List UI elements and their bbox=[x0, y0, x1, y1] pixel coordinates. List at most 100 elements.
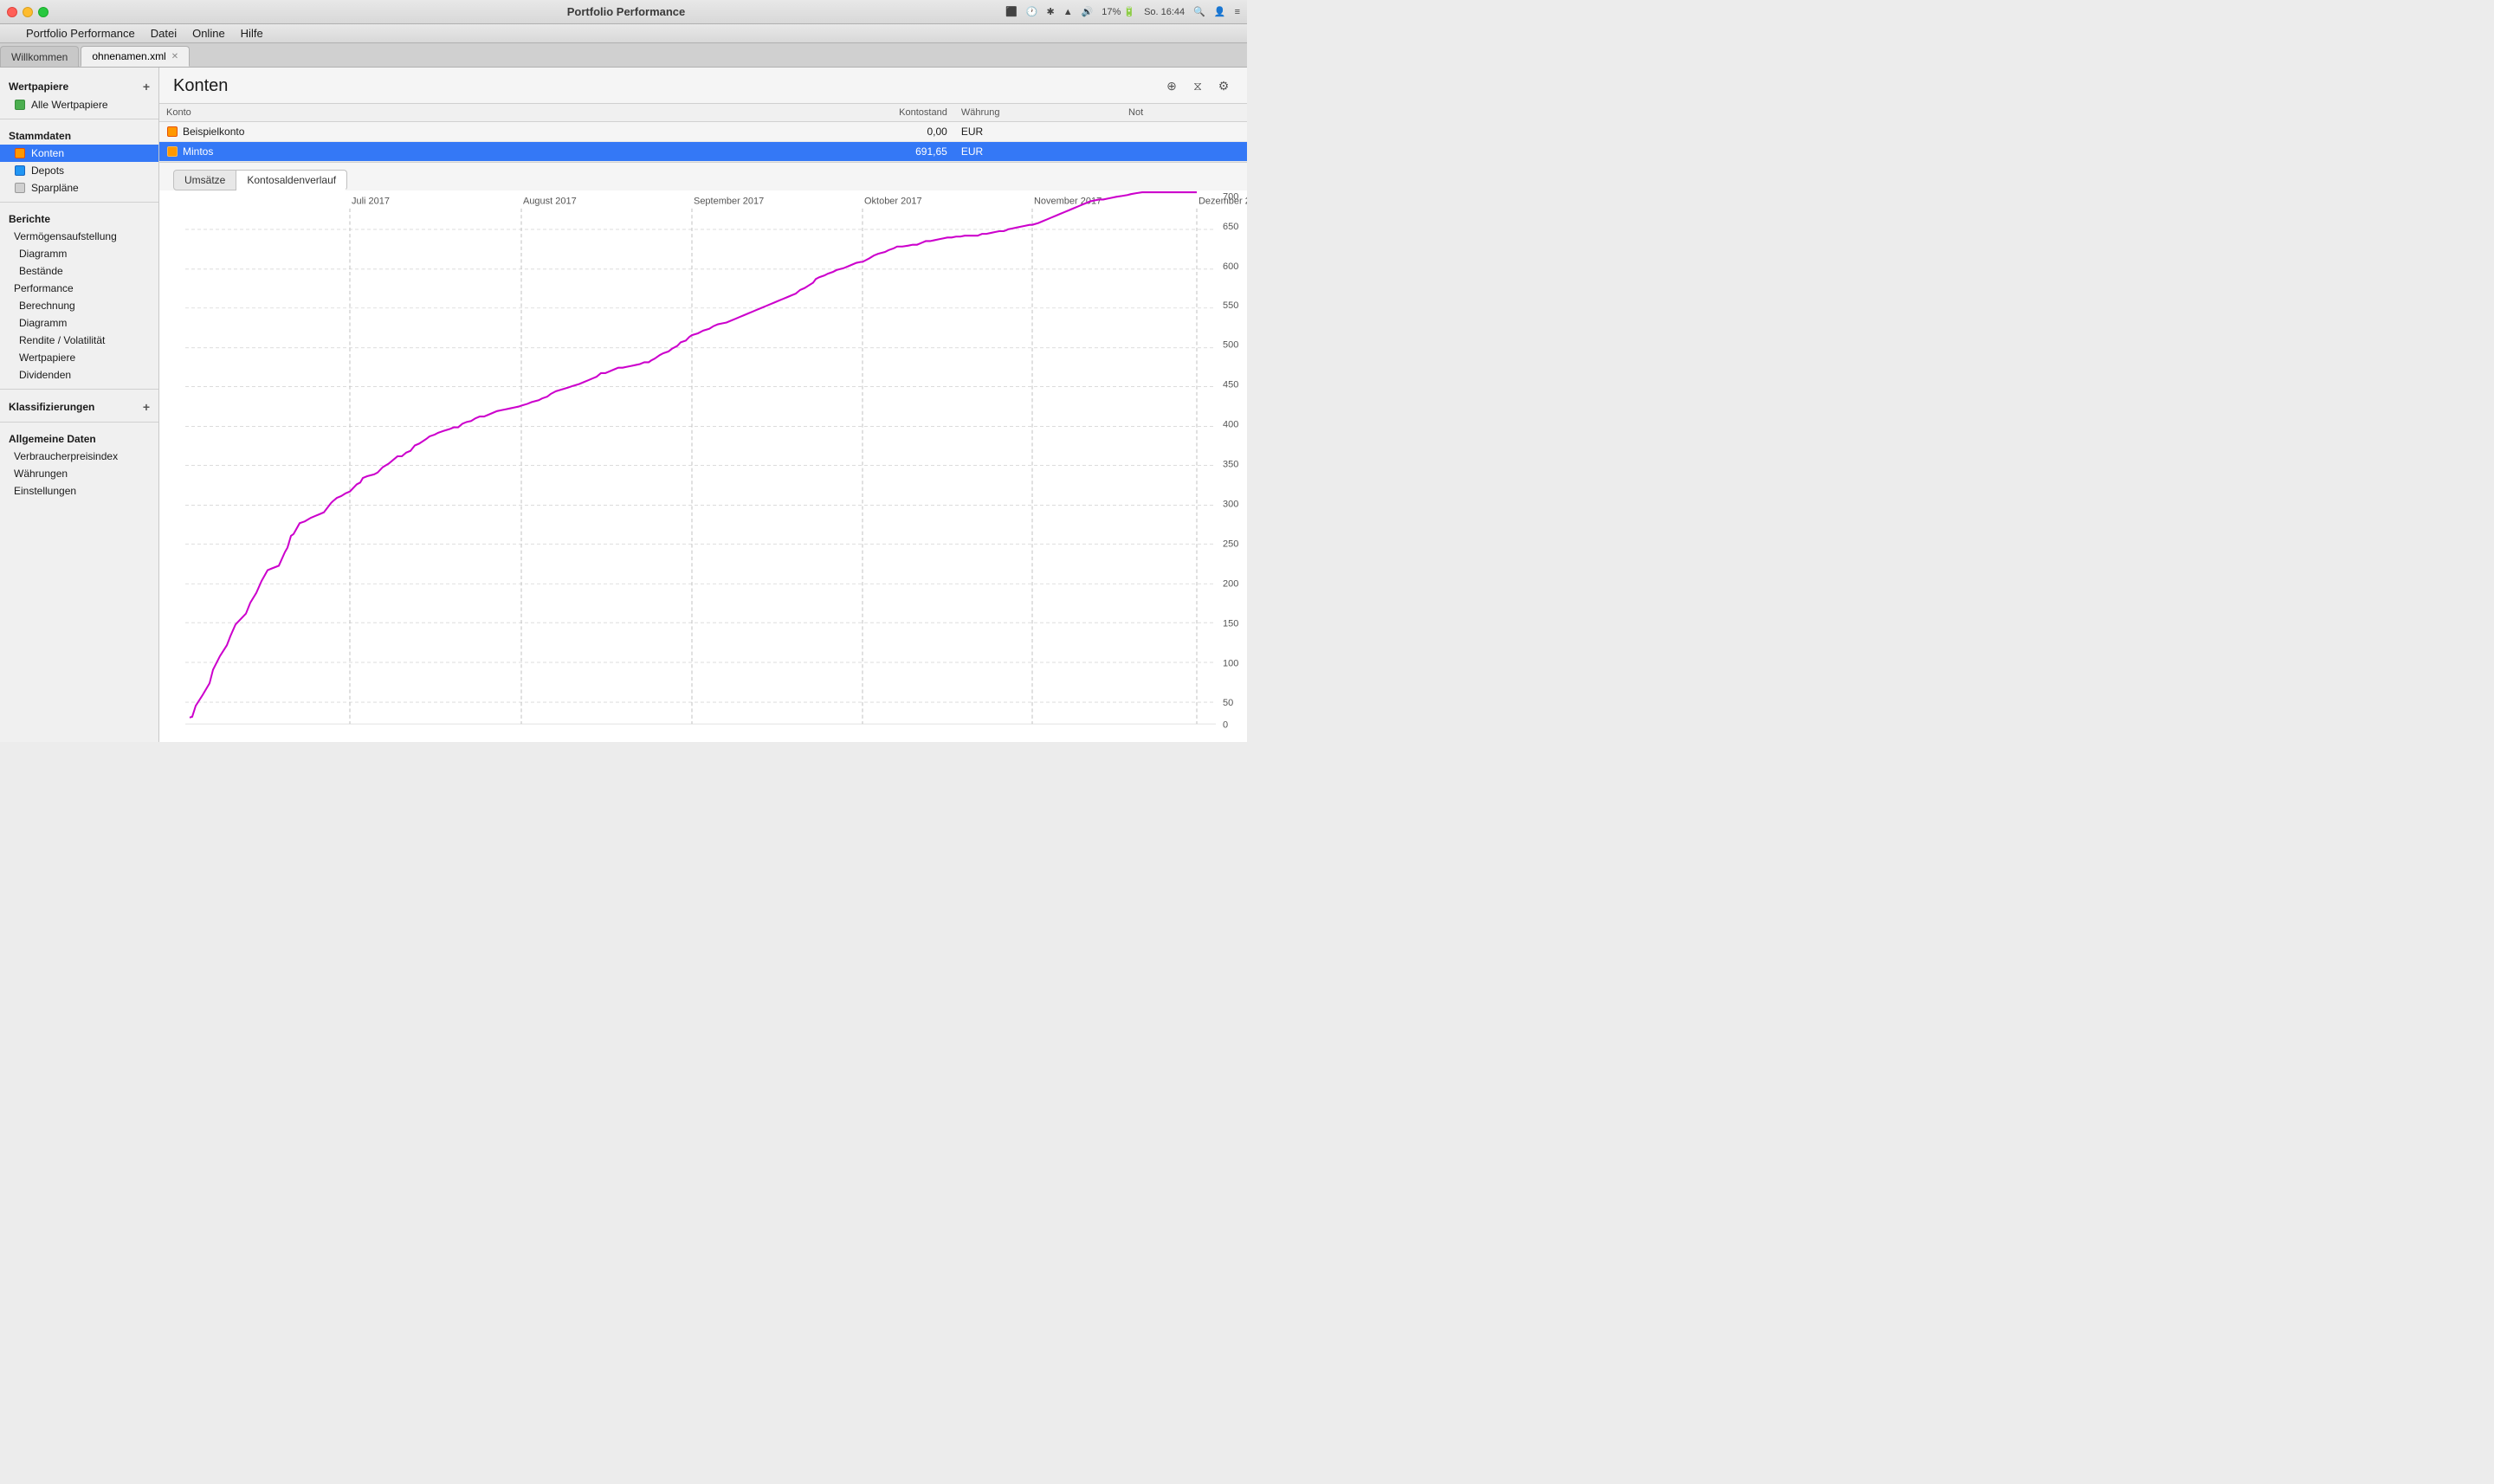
battery-indicator: 17% 🔋 bbox=[1102, 6, 1135, 17]
tabs-bar: Willkommen ohnenamen.xml ✕ bbox=[0, 43, 1247, 68]
sidebar-section-allgemeine-daten: Allgemeine Daten bbox=[0, 428, 158, 448]
col-wahrung: Währung bbox=[954, 104, 1121, 122]
x-label-september: September 2017 bbox=[694, 196, 764, 206]
col-kontostand: Kontostand bbox=[745, 104, 954, 122]
sidebar-item-wahrungen[interactable]: Währungen bbox=[0, 465, 158, 482]
hilfe-menu[interactable]: Hilfe bbox=[234, 26, 270, 41]
sidebar-item-diagramm-1[interactable]: Diagramm bbox=[0, 245, 158, 262]
chart-area: 0 50 100 150 200 250 300 350 400 450 500… bbox=[159, 190, 1247, 742]
accounts-table: Konto Kontostand Währung Not Beispielkon… bbox=[159, 104, 1247, 162]
sidebar-item-konten[interactable]: Konten bbox=[0, 145, 158, 162]
sidebar-item-rendite[interactable]: Rendite / Volatilität bbox=[0, 332, 158, 349]
close-button[interactable] bbox=[7, 7, 17, 17]
tab-close-icon[interactable]: ✕ bbox=[171, 52, 178, 61]
allgemeine-daten-label: Allgemeine Daten bbox=[9, 433, 96, 445]
content-tabs: Umsätze Kontosaldenverlauf bbox=[159, 163, 1247, 190]
account-balance: 691,65 bbox=[745, 142, 954, 162]
tab-umsatze[interactable]: Umsätze bbox=[173, 170, 236, 190]
online-menu[interactable]: Online bbox=[185, 26, 232, 41]
sidebar-item-bestande[interactable]: Bestände bbox=[0, 262, 158, 280]
titlebar-title: Portfolio Performance bbox=[562, 5, 686, 18]
y-label-550: 550 bbox=[1223, 300, 1238, 311]
sidebar-item-alle-wertpapiere[interactable]: Alle Wertpapiere bbox=[0, 96, 158, 113]
tab-ohnenamen[interactable]: ohnenamen.xml ✕ bbox=[81, 46, 190, 67]
settings-button[interactable]: ⚙ bbox=[1214, 77, 1233, 96]
add-wertpapiere-button[interactable]: + bbox=[143, 80, 150, 94]
col-not: Not bbox=[1121, 104, 1247, 122]
tab-kontosaldenverlauf[interactable]: Kontosaldenverlauf bbox=[236, 170, 347, 190]
sidebar-item-wertpapiere[interactable]: Wertpapiere bbox=[0, 349, 158, 366]
sidebar-section-wertpapiere: Wertpapiere + bbox=[0, 74, 158, 96]
berichte-label: Berichte bbox=[9, 213, 50, 225]
menubar: Portfolio Performance Datei Online Hilfe bbox=[0, 24, 1247, 43]
add-klassifizierungen-button[interactable]: + bbox=[143, 400, 150, 414]
account-note bbox=[1121, 122, 1247, 142]
account-name: Mintos bbox=[159, 142, 745, 162]
sidebar: Wertpapiere + Alle Wertpapiere Stammdate… bbox=[0, 68, 159, 742]
table-row[interactable]: Mintos 691,65 EUR bbox=[159, 142, 1247, 162]
minimize-button[interactable] bbox=[23, 7, 33, 17]
y-label-250: 250 bbox=[1223, 539, 1238, 549]
balance-chart: 0 50 100 150 200 250 300 350 400 450 500… bbox=[159, 190, 1247, 742]
bluetooth-icon: ✱ bbox=[1046, 6, 1054, 17]
stammdaten-label: Stammdaten bbox=[9, 130, 71, 142]
sidebar-section-klassifizierungen: Klassifizierungen + bbox=[0, 395, 158, 416]
app-menu-item[interactable]: Portfolio Performance bbox=[19, 26, 142, 41]
menu-icon[interactable]: ≡ bbox=[1235, 7, 1240, 17]
account-currency: EUR bbox=[954, 122, 1121, 142]
user-icon: 👤 bbox=[1214, 6, 1226, 17]
y-label-0: 0 bbox=[1223, 719, 1228, 730]
account-balance: 0,00 bbox=[745, 122, 954, 142]
account-note bbox=[1121, 142, 1247, 162]
airplay-icon: ⬛ bbox=[1005, 6, 1018, 17]
x-label-oktober: Oktober 2017 bbox=[864, 196, 922, 206]
apple-menu[interactable] bbox=[3, 33, 17, 35]
table-row[interactable]: Beispielkonto 0,00 EUR bbox=[159, 122, 1247, 142]
y-label-150: 150 bbox=[1223, 618, 1238, 629]
sidebar-item-sparplane[interactable]: Sparpläne bbox=[0, 179, 158, 197]
titlebar-right-icons: ⬛ 🕐 ✱ ▲ 🔊 17% 🔋 So. 16:44 🔍 👤 ≡ bbox=[1005, 6, 1240, 17]
col-konto: Konto bbox=[159, 104, 745, 122]
datei-menu[interactable]: Datei bbox=[144, 26, 184, 41]
y-label-50: 50 bbox=[1223, 698, 1233, 708]
tab-label: Willkommen bbox=[11, 51, 68, 63]
tab-willkommen[interactable]: Willkommen bbox=[0, 46, 79, 67]
sidebar-section-stammdaten: Stammdaten bbox=[0, 125, 158, 145]
sidebar-item-performance[interactable]: Performance bbox=[0, 280, 158, 297]
main-layout: Wertpapiere + Alle Wertpapiere Stammdate… bbox=[0, 68, 1247, 742]
divider-2 bbox=[0, 202, 158, 203]
sidebar-item-verbraucherpreisindex[interactable]: Verbraucherpreisindex bbox=[0, 448, 158, 465]
timemachine-icon: 🕐 bbox=[1026, 6, 1038, 17]
content-area: Konten ⊕ ⧖ ⚙ Konto Kontostand Währung No… bbox=[159, 68, 1247, 742]
y-label-100: 100 bbox=[1223, 658, 1238, 668]
konten-label: Konten bbox=[31, 147, 64, 159]
app-title: Portfolio Performance bbox=[567, 5, 686, 18]
sidebar-item-dividenden[interactable]: Dividenden bbox=[0, 366, 158, 384]
sidebar-item-diagramm-2[interactable]: Diagramm bbox=[0, 314, 158, 332]
alle-wertpapiere-label: Alle Wertpapiere bbox=[31, 99, 108, 111]
y-label-650: 650 bbox=[1223, 222, 1238, 232]
y-label-450: 450 bbox=[1223, 379, 1238, 390]
filter-button[interactable]: ⧖ bbox=[1188, 77, 1207, 96]
sidebar-item-einstellungen[interactable]: Einstellungen bbox=[0, 482, 158, 500]
sidebar-item-depots[interactable]: Depots bbox=[0, 162, 158, 179]
accounts-table-container: Konto Kontostand Währung Not Beispielkon… bbox=[159, 104, 1247, 163]
klassifizierungen-label: Klassifizierungen bbox=[9, 401, 94, 413]
row-icon-orange bbox=[166, 126, 178, 138]
y-label-500: 500 bbox=[1223, 340, 1238, 351]
y-label-200: 200 bbox=[1223, 578, 1238, 589]
sparplane-label: Sparpläne bbox=[31, 182, 79, 194]
maximize-button[interactable] bbox=[38, 7, 48, 17]
sidebar-item-berechnung[interactable]: Berechnung bbox=[0, 297, 158, 314]
sidebar-item-vermogensaufstellung[interactable]: Vermögensaufstellung bbox=[0, 228, 158, 245]
add-account-button[interactable]: ⊕ bbox=[1162, 77, 1181, 96]
row-icon-orange-2 bbox=[166, 145, 178, 158]
account-name: Beispielkonto bbox=[159, 122, 745, 142]
search-icon[interactable]: 🔍 bbox=[1193, 6, 1205, 17]
wifi-icon: ▲ bbox=[1063, 7, 1073, 17]
content-header: Konten ⊕ ⧖ ⚙ bbox=[159, 68, 1247, 104]
y-label-300: 300 bbox=[1223, 499, 1238, 509]
x-label-juli: Juli 2017 bbox=[352, 196, 390, 206]
volume-icon: 🔊 bbox=[1082, 6, 1094, 17]
x-label-dezember: Dezember 2017 bbox=[1199, 196, 1247, 206]
